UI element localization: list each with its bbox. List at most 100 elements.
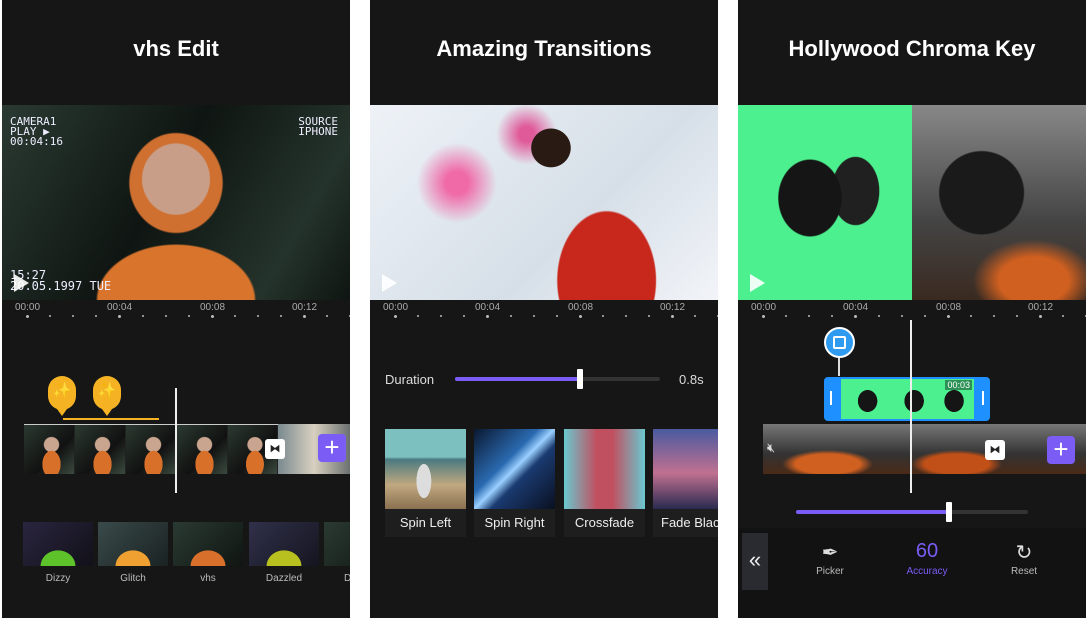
video-clip-track[interactable] xyxy=(24,424,278,474)
double-chevron-left-icon: « xyxy=(748,547,762,572)
ruler-dot xyxy=(349,315,350,317)
trim-handle-left[interactable] xyxy=(830,391,832,405)
filter-thumb-dazzled[interactable] xyxy=(249,522,319,566)
ruler-dot xyxy=(26,315,29,318)
ruler-dot xyxy=(601,315,604,317)
duration-slider[interactable] xyxy=(455,369,660,389)
play-icon[interactable] xyxy=(750,274,765,292)
mute-icon[interactable]: 🔇︎ xyxy=(767,440,775,456)
ruler-tick: 00:08 xyxy=(200,302,226,313)
ruler-dot xyxy=(671,315,675,318)
ruler-dot xyxy=(257,315,259,317)
transition-spin-left[interactable]: Spin Left xyxy=(385,429,466,537)
sticker-marker[interactable]: ✨ xyxy=(93,376,121,416)
filter-thumb-partial[interactable] xyxy=(324,522,350,566)
ruler-dot xyxy=(95,315,98,317)
ruler-dot xyxy=(555,315,558,317)
ruler-dot xyxy=(923,315,926,317)
ruler-tick: 00:04 xyxy=(475,302,501,313)
transition-label: Crossfade xyxy=(574,515,635,530)
filter-label: Dazzled xyxy=(265,573,303,584)
ruler-dot xyxy=(141,315,144,317)
play-icon[interactable] xyxy=(382,274,397,292)
duration-value: 0.8s xyxy=(679,372,704,387)
transition-spin-right[interactable]: Spin Right xyxy=(474,429,555,537)
ruler-dot xyxy=(118,315,122,318)
ruler-dot xyxy=(808,315,811,317)
panel-title: Amazing Transitions xyxy=(436,36,652,61)
playhead[interactable] xyxy=(175,388,177,493)
accuracy-slider[interactable] xyxy=(796,502,1028,522)
ruler-dot xyxy=(877,315,880,317)
filter-thumb-vhs[interactable] xyxy=(173,522,243,566)
ruler-dot xyxy=(785,315,788,317)
add-clip-button[interactable]: + xyxy=(318,434,346,462)
timeline-ruler[interactable]: 00:00 00:04 00:08 00:12 xyxy=(2,302,350,322)
ruler-dot xyxy=(49,315,52,317)
ruler-dot xyxy=(831,315,834,317)
filter-thumb-glitch[interactable] xyxy=(98,522,168,566)
magic-wand-icon: ✨ xyxy=(97,382,117,399)
ruler-dot xyxy=(694,315,697,317)
picker-tool[interactable]: ✒ Picker xyxy=(795,540,865,577)
ruler-dot xyxy=(946,315,950,318)
ruler-dot xyxy=(187,315,190,317)
accuracy-slider-fill xyxy=(796,510,950,514)
ruler-dot xyxy=(509,315,512,317)
add-clip-button[interactable]: + xyxy=(1047,436,1075,464)
overlay-clip-selected[interactable]: 00:03 xyxy=(824,377,990,421)
accuracy-slider-thumb[interactable] xyxy=(946,502,953,522)
overlay-icon xyxy=(833,336,846,349)
play-icon[interactable] xyxy=(14,274,29,292)
filter-thumb-dizzy[interactable] xyxy=(23,522,93,566)
clip-duration: 00:03 xyxy=(945,380,972,390)
background-clip-track[interactable]: 🔇︎ xyxy=(763,424,1086,474)
tool-label: Accuracy xyxy=(906,566,948,577)
ruler-dot xyxy=(578,315,582,318)
sticker-marker[interactable]: ✨ xyxy=(48,376,76,416)
ruler-dot xyxy=(532,315,535,317)
ruler-dot xyxy=(1062,315,1065,317)
vhs-overlay-top-left: CAMERA1 PLAY ▶ 00:04:16 xyxy=(10,116,63,147)
ruler-dot xyxy=(717,315,718,317)
back-button[interactable]: « xyxy=(742,533,768,590)
duration-slider-fill xyxy=(455,377,581,381)
magic-wand-icon: ✨ xyxy=(52,382,72,399)
reset-icon: ↻ xyxy=(1015,542,1033,564)
marker-stem xyxy=(838,358,840,376)
video-preview[interactable] xyxy=(370,105,718,300)
ruler-tick: 00:00 xyxy=(15,302,41,313)
transition-fade-black[interactable]: Fade Black xyxy=(653,429,718,537)
ruler-tick: 00:00 xyxy=(751,302,777,313)
ruler-dot xyxy=(854,315,858,318)
accuracy-tool[interactable]: 60 Accuracy xyxy=(892,540,962,577)
transition-crossfade[interactable]: Crossfade xyxy=(564,429,645,537)
overlay-clip-frames: 00:03 xyxy=(841,379,974,419)
trim-handle-right[interactable] xyxy=(982,391,984,405)
ruler-dot xyxy=(463,315,466,317)
panel-title: vhs Edit xyxy=(133,36,219,61)
video-preview[interactable] xyxy=(738,105,1086,300)
transition-button[interactable]: ⧓ xyxy=(265,439,285,459)
ruler-tick: 00:00 xyxy=(383,302,409,313)
transition-button[interactable]: ⧓ xyxy=(985,440,1005,460)
ruler-dot xyxy=(233,315,236,317)
overlay-marker[interactable] xyxy=(824,327,855,358)
panel-transitions: Amazing Transitions 00:00 00:04 00:08 00… xyxy=(370,0,718,618)
playhead[interactable] xyxy=(910,320,912,493)
ruler-tick: 00:04 xyxy=(107,302,133,313)
chroma-subject xyxy=(758,135,888,275)
timeline-ruler[interactable]: 00:00 00:04 00:08 00:12 xyxy=(370,302,718,322)
ruler-dot xyxy=(210,315,214,318)
transition-label: Spin Right xyxy=(484,515,545,530)
filter-label: Dizzy xyxy=(45,573,71,584)
timeline-ruler[interactable]: 00:00 00:04 00:08 00:12 xyxy=(738,302,1086,322)
duration-slider-thumb[interactable] xyxy=(577,369,584,389)
ruler-tick: 00:04 xyxy=(843,302,869,313)
ruler-dot xyxy=(72,315,75,317)
ruler-tick: 00:12 xyxy=(1028,302,1054,313)
duration-label: Duration xyxy=(385,372,435,387)
vhs-overlay-top-right: SOURCE IPHONE xyxy=(298,116,338,137)
video-preview[interactable]: CAMERA1 PLAY ▶ 00:04:16 SOURCE IPHONE 15… xyxy=(2,105,350,300)
reset-tool[interactable]: ↻ Reset xyxy=(989,540,1059,577)
